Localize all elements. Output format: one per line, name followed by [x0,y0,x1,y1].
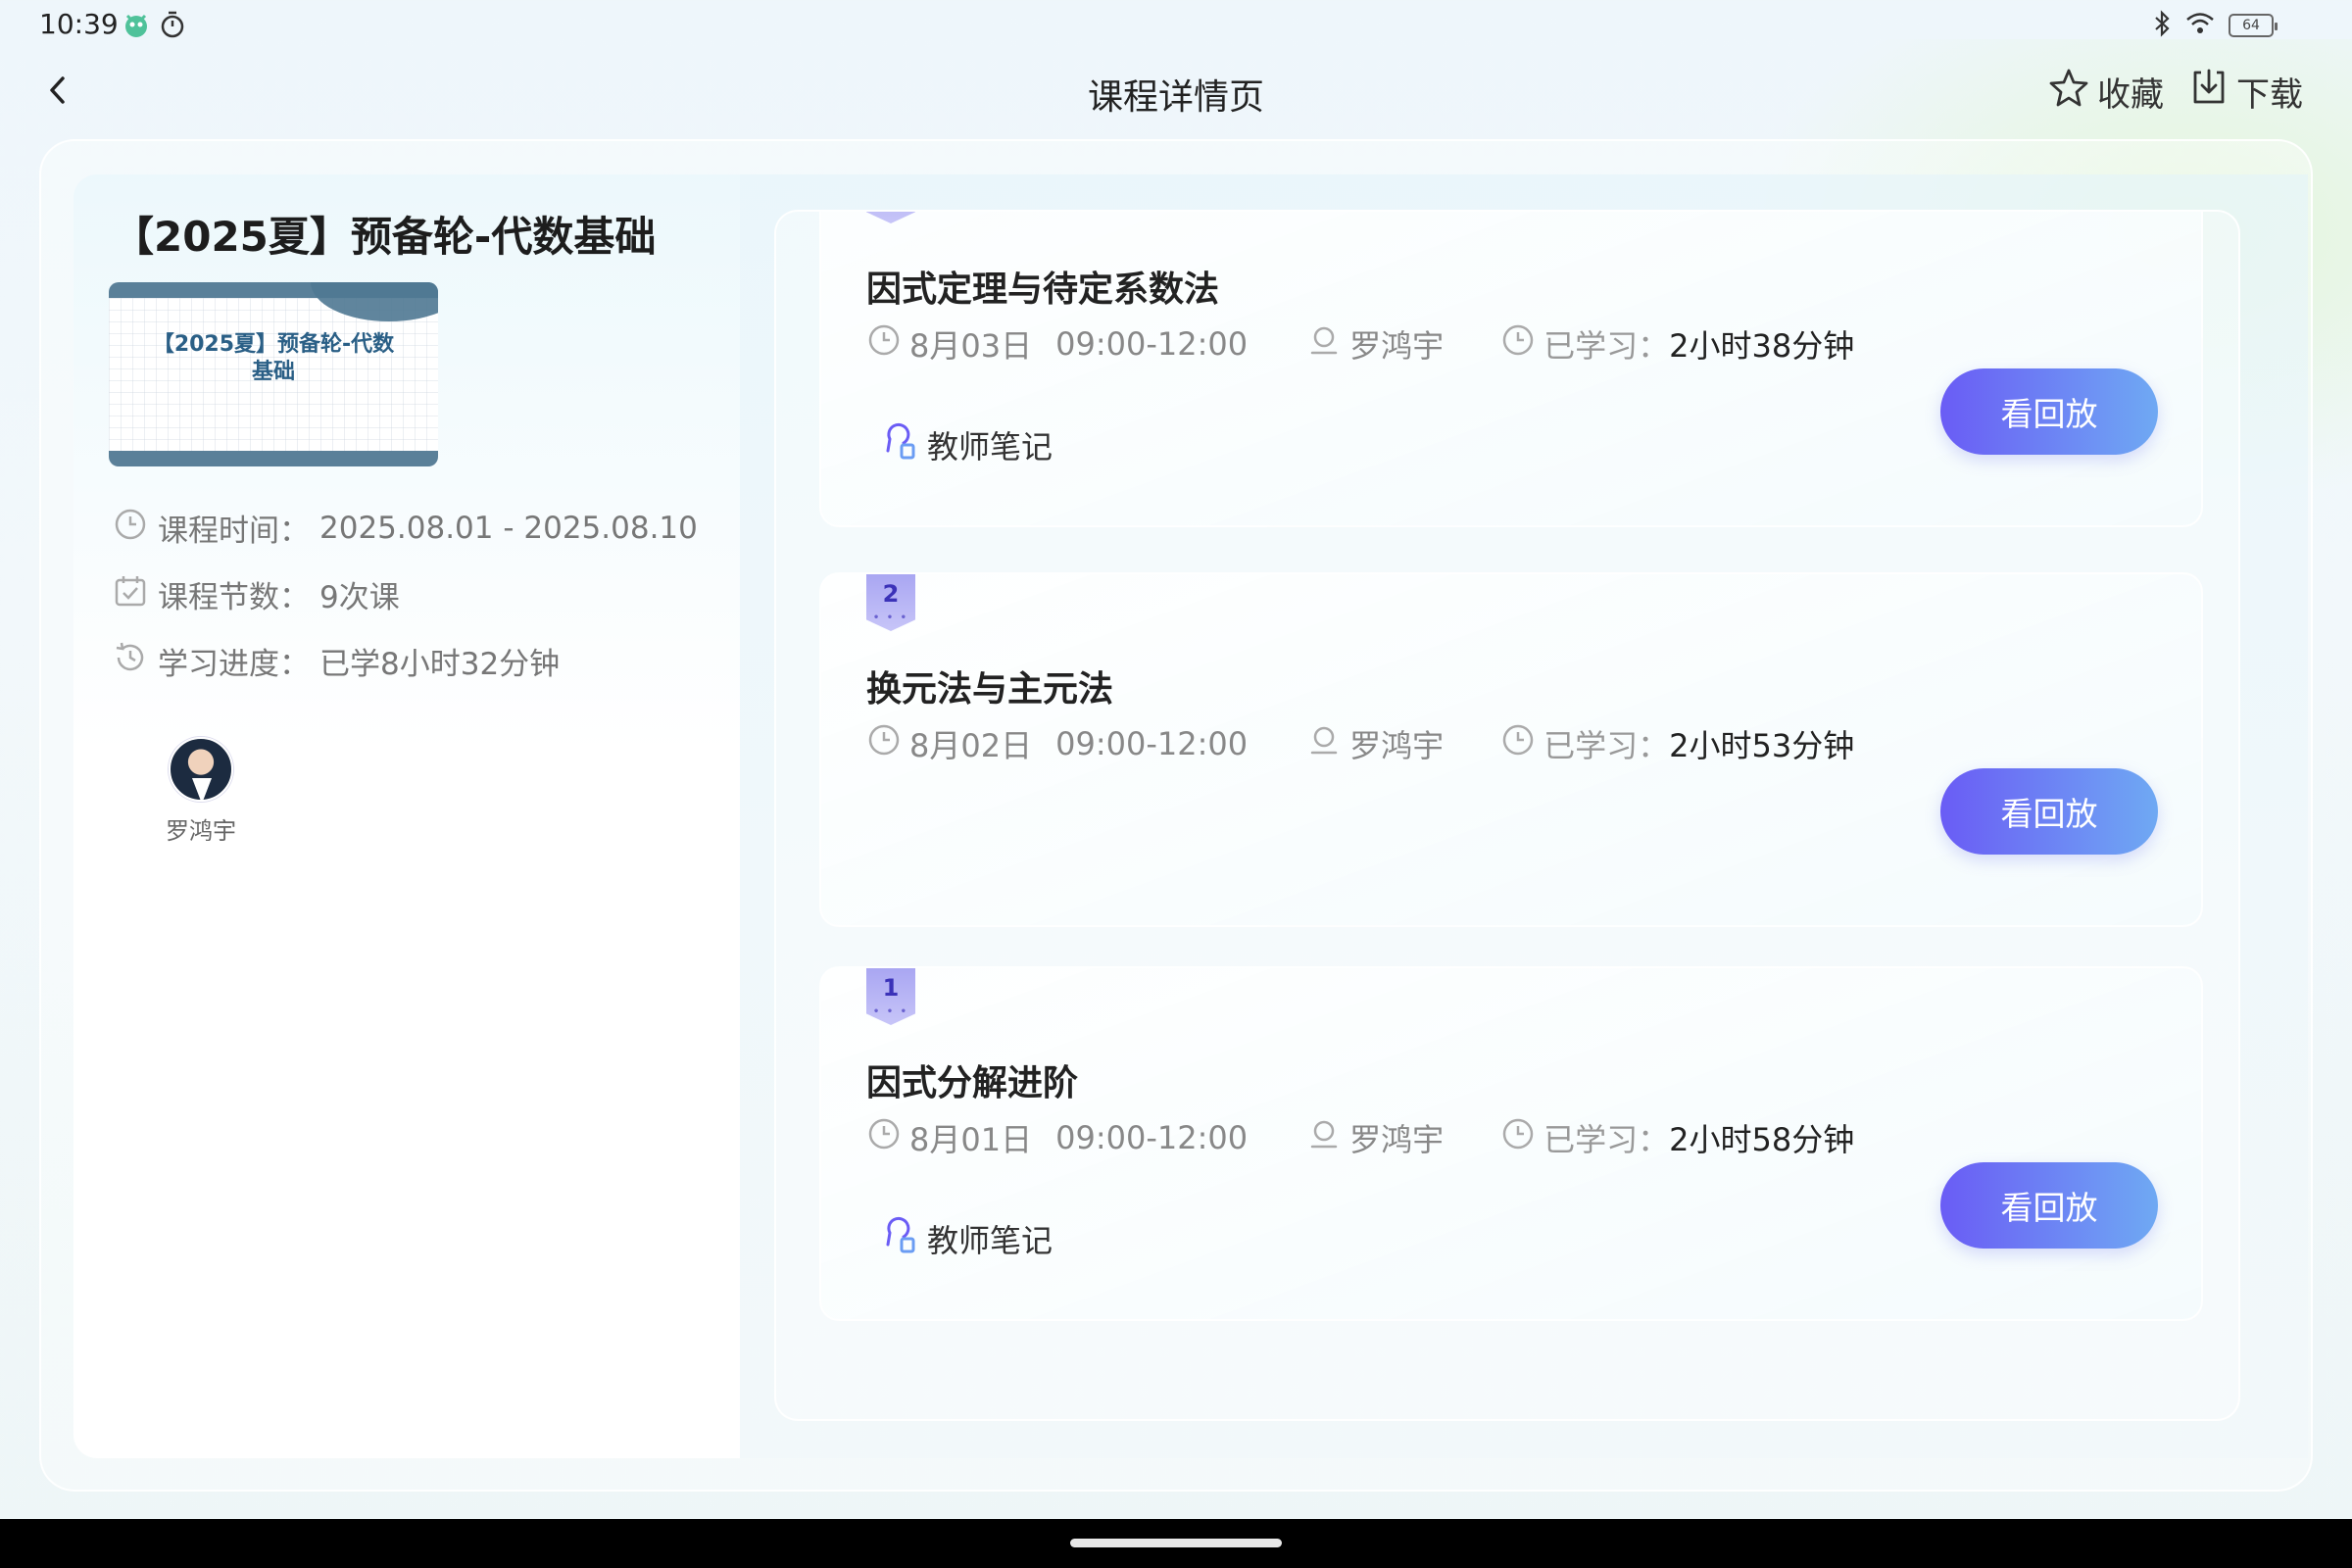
teacher-notes-button[interactable]: 教师笔记 [882,421,1053,468]
lesson-meta: 8月03日 09:00-12:00 罗鸿宇 已学习： 2小时38分钟 [866,321,1854,367]
lesson-number: 2 [882,580,900,608]
studied-value: 2小时38分钟 [1669,327,1855,365]
favorite-label: 收藏 [2097,75,2164,115]
studied-value: 2小时53分钟 [1669,727,1855,764]
system-nav-bar [0,1519,2352,1568]
clock-icon [866,1116,902,1159]
lesson-number: 1 [882,974,900,1002]
course-title: 【2025夏】预备轮-代数基础 [113,213,657,261]
favorite-button[interactable]: 收藏 [2048,67,2164,117]
clock-icon [113,507,148,550]
wifi-icon [2185,11,2215,40]
app-mascot-icon [122,10,151,43]
lesson-date-text: 8月03日 [909,327,1033,365]
course-sessions-label: 课程节数： [158,580,310,615]
lesson-card[interactable]: 3 • • • 因式定理与待定系数法 8月03日 09:00-12:00 罗鸿宇 [819,212,2203,527]
course-time-row: 课程时间： 2025.08.01 - 2025.08.10 [113,506,698,550]
lesson-teacher-name: 罗鸿宇 [1349,727,1445,764]
replay-button[interactable]: 看回放 [1940,768,2158,855]
avatar [169,737,233,802]
lesson-time-text: 09:00-12:00 [1055,1119,1249,1156]
teacher-notes-label: 教师笔记 [927,1222,1054,1259]
lesson-studied: 已学习： 2小时53分钟 [1500,721,1854,766]
lesson-title: 换元法与主元法 [866,669,1114,710]
lesson-teacher-name: 罗鸿宇 [1349,327,1445,365]
home-indicator[interactable] [1070,1539,1282,1547]
status-time: 10:39 [39,8,119,40]
lesson-time-text: 09:00-12:00 [1055,325,1249,363]
clock-icon [866,722,902,765]
page-header: 课程详情页 收藏 下载 [0,49,2352,133]
lesson-meta: 8月02日 09:00-12:00 罗鸿宇 已学习： 2小时53分钟 [866,721,1854,766]
lesson-time-text: 09:00-12:00 [1055,725,1249,762]
lesson-card[interactable]: 2 • • • 换元法与主元法 8月02日 09:00-12:00 罗鸿宇 已学… [819,572,2203,927]
page-title: 课程详情页 [1087,77,1264,118]
history-icon [113,640,148,683]
user-icon [1306,322,1342,366]
studied-label: 已学习： [1544,727,1670,764]
timer-icon [159,10,186,43]
clock-icon [1500,322,1536,366]
replay-button[interactable]: 看回放 [1940,1162,2158,1249]
clock-icon [1500,722,1536,765]
user-icon [1306,1116,1342,1159]
download-button[interactable]: 下载 [2189,67,2303,117]
lesson-number-badge: 3 • • • [866,212,915,223]
course-info-panel: 【2025夏】预备轮-代数基础 【2025夏】预备轮-代数基础 课程时间： 20… [74,174,740,1458]
studied-label: 已学习： [1544,327,1670,365]
lesson-date: 8月01日 09:00-12:00 [866,1115,1248,1160]
lesson-title: 因式定理与待定系数法 [866,270,1220,310]
lesson-card[interactable]: 1 • • • 因式分解进阶 8月01日 09:00-12:00 罗鸿宇 已学习… [819,966,2203,1321]
clock-icon [866,322,902,366]
thumbnail-text: 【2025夏】预备轮-代数基础 [152,332,395,384]
replay-button[interactable]: 看回放 [1940,368,2158,455]
lesson-date-text: 8月02日 [909,727,1033,764]
lesson-date: 8月02日 09:00-12:00 [866,721,1248,766]
course-sessions-row: 课程节数： 9次课 [113,572,400,616]
lesson-studied: 已学习： 2小时38分钟 [1500,321,1854,367]
course-thumbnail: 【2025夏】预备轮-代数基础 [109,282,438,466]
teacher-name: 罗鸿宇 [166,817,236,845]
calendar-check-icon [113,573,148,616]
lesson-meta: 8月01日 09:00-12:00 罗鸿宇 已学习： 2小时58分钟 [866,1115,1854,1160]
lesson-studied: 已学习： 2小时58分钟 [1500,1115,1854,1160]
course-time-label: 课程时间： [158,514,310,549]
course-progress-value: 已学8小时32分钟 [319,647,561,682]
lesson-date: 8月03日 09:00-12:00 [866,321,1248,367]
user-icon [1306,722,1342,765]
lesson-teacher-name: 罗鸿宇 [1349,1121,1445,1158]
course-time-value: 2025.08.01 - 2025.08.10 [319,510,698,546]
lesson-teacher: 罗鸿宇 [1306,1115,1444,1160]
lesson-number-badge: 2 • • • [866,574,915,631]
download-icon [2189,67,2229,117]
notes-icon [882,1215,919,1262]
studied-label: 已学习： [1544,1121,1670,1158]
lesson-number-badge: 1 • • • [866,968,915,1025]
course-progress-row: 学习进度： 已学8小时32分钟 [113,639,560,683]
course-sessions-value: 9次课 [319,580,400,615]
teacher-notes-button[interactable]: 教师笔记 [882,1215,1053,1262]
clock-icon [1500,1116,1536,1159]
course-progress-label: 学习进度： [158,647,310,682]
star-icon [2048,67,2089,117]
studied-value: 2小时58分钟 [1669,1121,1855,1158]
lesson-list[interactable]: 3 • • • 因式定理与待定系数法 8月03日 09:00-12:00 罗鸿宇 [774,210,2240,1421]
status-bar: 10:39 64 [0,0,2352,49]
battery-icon: 64 [2229,14,2278,37]
bluetooth-icon [2152,10,2172,41]
lesson-title: 因式分解进阶 [866,1063,1079,1103]
lesson-date-text: 8月01日 [909,1121,1033,1158]
download-label: 下载 [2236,75,2303,115]
teacher-card[interactable]: 罗鸿宇 [152,737,250,846]
notes-icon [882,421,919,468]
lesson-teacher: 罗鸿宇 [1306,321,1444,367]
teacher-notes-label: 教师笔记 [927,428,1054,466]
lesson-teacher: 罗鸿宇 [1306,721,1444,766]
